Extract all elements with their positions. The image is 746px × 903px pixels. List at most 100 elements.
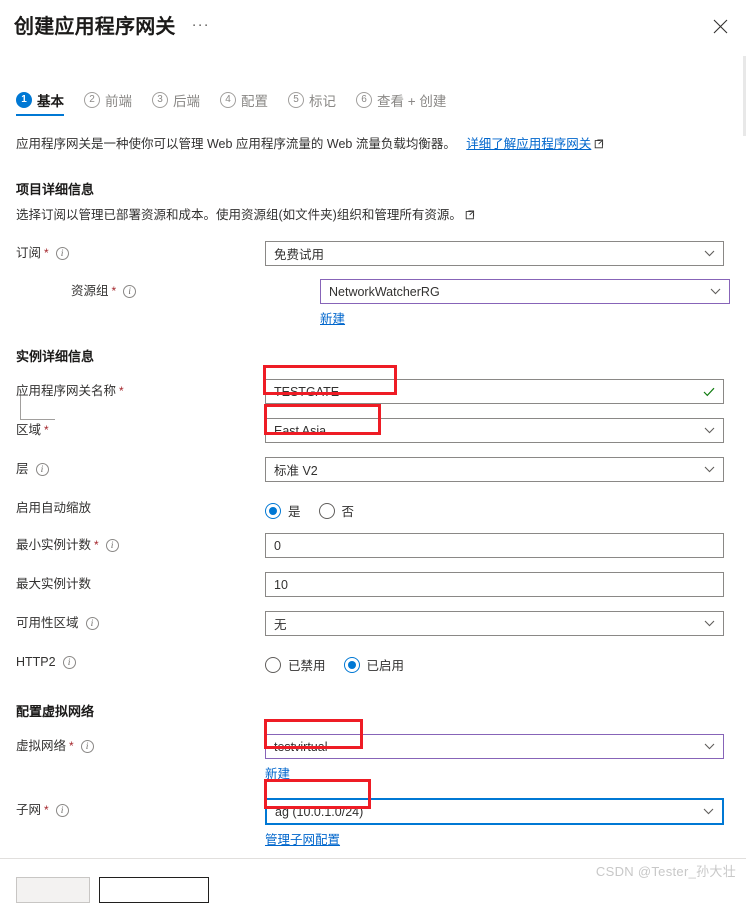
min-instance-count-input[interactable]: 0	[265, 533, 724, 558]
field-row-max-instance-count: 最大实例计数 10	[16, 572, 730, 597]
virtual-network-label-text: 虚拟网络	[16, 739, 67, 753]
gateway-name-input[interactable]: TESTGATE	[265, 379, 724, 404]
control-region: East Asia	[265, 418, 724, 443]
info-icon[interactable]: i	[105, 538, 119, 552]
max-instance-label-text: 最大实例计数	[16, 577, 92, 591]
subscription-dropdown[interactable]: 免费试用	[265, 241, 724, 266]
required-marker: *	[69, 739, 74, 753]
gateway-name-label-text: 应用程序网关名称	[16, 384, 117, 398]
tab-number-icon: 4	[220, 92, 236, 108]
info-icon[interactable]: i	[55, 246, 69, 260]
section-title-vnet-config: 配置虚拟网络	[16, 704, 95, 719]
chevron-down-icon	[704, 250, 715, 257]
info-icon[interactable]: i	[55, 803, 69, 817]
subscription-label-text: 订阅	[16, 246, 42, 260]
footer-actions	[16, 877, 209, 903]
field-row-region: 区域 * East Asia	[16, 418, 730, 443]
virtual-network-dropdown[interactable]: testvirtual	[265, 734, 724, 759]
previous-button[interactable]	[16, 877, 90, 903]
required-marker: *	[94, 538, 99, 552]
control-tier: 标准 V2	[265, 457, 724, 482]
http2-radio-group: 已禁用 已启用	[265, 650, 724, 677]
intro-description: 应用程序网关是一种使你可以管理 Web 应用程序流量的 Web 流量负载均衡器。	[16, 137, 456, 151]
info-icon[interactable]: i	[35, 462, 49, 476]
page-title: 创建应用程序网关	[14, 16, 176, 38]
label-autoscale: 启用自动缩放	[16, 496, 265, 516]
create-new-resource-group-link[interactable]: 新建	[320, 308, 345, 327]
required-marker: *	[111, 284, 117, 298]
info-icon[interactable]: i	[80, 739, 94, 753]
section-title-project-details: 项目详细信息	[16, 182, 95, 197]
wizard-tabs: 1 基本 2 前端 3 后端 4 配置 5 标记 6 查看 + 创建	[0, 86, 746, 116]
watermark: CSDN @Tester_孙大壮	[595, 864, 736, 879]
field-row-resource-group: 资源组 * i NetworkWatcherRG 新建	[16, 279, 730, 328]
max-instance-count-input[interactable]: 10	[265, 572, 724, 597]
autoscale-label-text: 启用自动缩放	[16, 501, 92, 515]
valid-check-icon	[703, 387, 715, 397]
create-new-virtual-network-link[interactable]: 新建	[265, 763, 290, 782]
tab-label: 后端	[173, 94, 200, 109]
external-link-icon	[465, 208, 475, 225]
control-autoscale: 是 否	[265, 496, 724, 523]
control-min-instance-count: 0	[265, 533, 724, 558]
tab-label: 标记	[309, 94, 336, 109]
min-instance-count-value: 0	[274, 538, 281, 553]
field-row-gateway-name: 应用程序网关名称 * TESTGATE	[16, 379, 730, 404]
subnet-label-text: 子网	[16, 803, 42, 817]
region-dropdown[interactable]: East Asia	[265, 418, 724, 443]
tab-number-icon: 6	[356, 92, 372, 108]
tier-label-text: 层	[16, 462, 29, 476]
autoscale-radio-yes[interactable]: 是	[265, 501, 301, 520]
resource-group-value: NetworkWatcherRG	[329, 284, 440, 299]
tab-number-icon: 2	[84, 92, 100, 108]
label-max-instance-count: 最大实例计数	[16, 572, 265, 592]
tab-configuration[interactable]: 4 配置	[220, 90, 268, 116]
label-http2: HTTP2 i	[16, 650, 265, 670]
control-resource-group: NetworkWatcherRG 新建	[320, 279, 730, 328]
control-max-instance-count: 10	[265, 572, 724, 597]
subnet-value: ag (10.0.1.0/24)	[275, 804, 364, 819]
tier-dropdown[interactable]: 标准 V2	[265, 457, 724, 482]
tab-backends[interactable]: 3 后端	[152, 90, 200, 116]
field-row-subscription: 订阅 * i 免费试用	[16, 241, 730, 266]
chevron-down-icon	[704, 466, 715, 473]
learn-more-link[interactable]: 详细了解应用程序网关	[466, 137, 591, 151]
radio-unselected-icon	[265, 656, 281, 673]
info-icon[interactable]: i	[123, 284, 137, 298]
close-icon[interactable]	[706, 12, 734, 40]
required-marker: *	[44, 803, 49, 817]
chevron-down-icon	[704, 427, 715, 434]
project-details-text: 选择订阅以管理已部署资源和成本。使用资源组(如文件夹)组织和管理所有资源。	[16, 208, 462, 222]
label-availability-zone: 可用性区域 i	[16, 611, 265, 631]
blade-header: 创建应用程序网关 ···	[0, 0, 746, 52]
resource-group-dropdown[interactable]: NetworkWatcherRG	[320, 279, 730, 304]
radio-unselected-icon	[318, 502, 335, 519]
label-subscription: 订阅 * i	[16, 241, 265, 261]
tab-number-icon: 3	[152, 92, 168, 108]
tab-tags[interactable]: 5 标记	[288, 90, 336, 116]
http2-radio-enabled[interactable]: 已启用	[343, 655, 404, 674]
tab-number-icon: 1	[16, 92, 32, 108]
availability-zone-dropdown[interactable]: 无	[265, 611, 724, 636]
control-subnet: ag (10.0.1.0/24) 管理子网配置	[265, 798, 724, 849]
info-icon[interactable]: i	[62, 655, 76, 669]
more-options-button[interactable]: ···	[192, 14, 210, 32]
tab-basics[interactable]: 1 基本	[16, 90, 64, 116]
section-description-project-details: 选择订阅以管理已部署资源和成本。使用资源组(如文件夹)组织和管理所有资源。	[16, 207, 730, 225]
blade-body: 应用程序网关是一种使你可以管理 Web 应用程序流量的 Web 流量负载均衡器。…	[0, 136, 746, 849]
region-value: East Asia	[274, 423, 327, 438]
tab-frontends[interactable]: 2 前端	[84, 90, 132, 116]
manage-subnet-config-link[interactable]: 管理子网配置	[265, 829, 340, 848]
autoscale-radio-no[interactable]: 否	[318, 501, 354, 520]
tab-review-create[interactable]: 6 查看 + 创建	[356, 90, 446, 116]
radio-selected-icon	[343, 656, 360, 673]
info-icon[interactable]: i	[85, 616, 99, 630]
min-instance-label-text: 最小实例计数	[16, 538, 92, 552]
next-button[interactable]	[99, 877, 209, 903]
subnet-dropdown[interactable]: ag (10.0.1.0/24)	[265, 798, 724, 825]
control-availability-zone: 无	[265, 611, 724, 636]
region-label-text: 区域	[16, 423, 42, 437]
http2-radio-disabled[interactable]: 已禁用	[265, 655, 326, 674]
label-region: 区域 *	[16, 418, 265, 438]
intro-text: 应用程序网关是一种使你可以管理 Web 应用程序流量的 Web 流量负载均衡器。…	[16, 136, 730, 154]
